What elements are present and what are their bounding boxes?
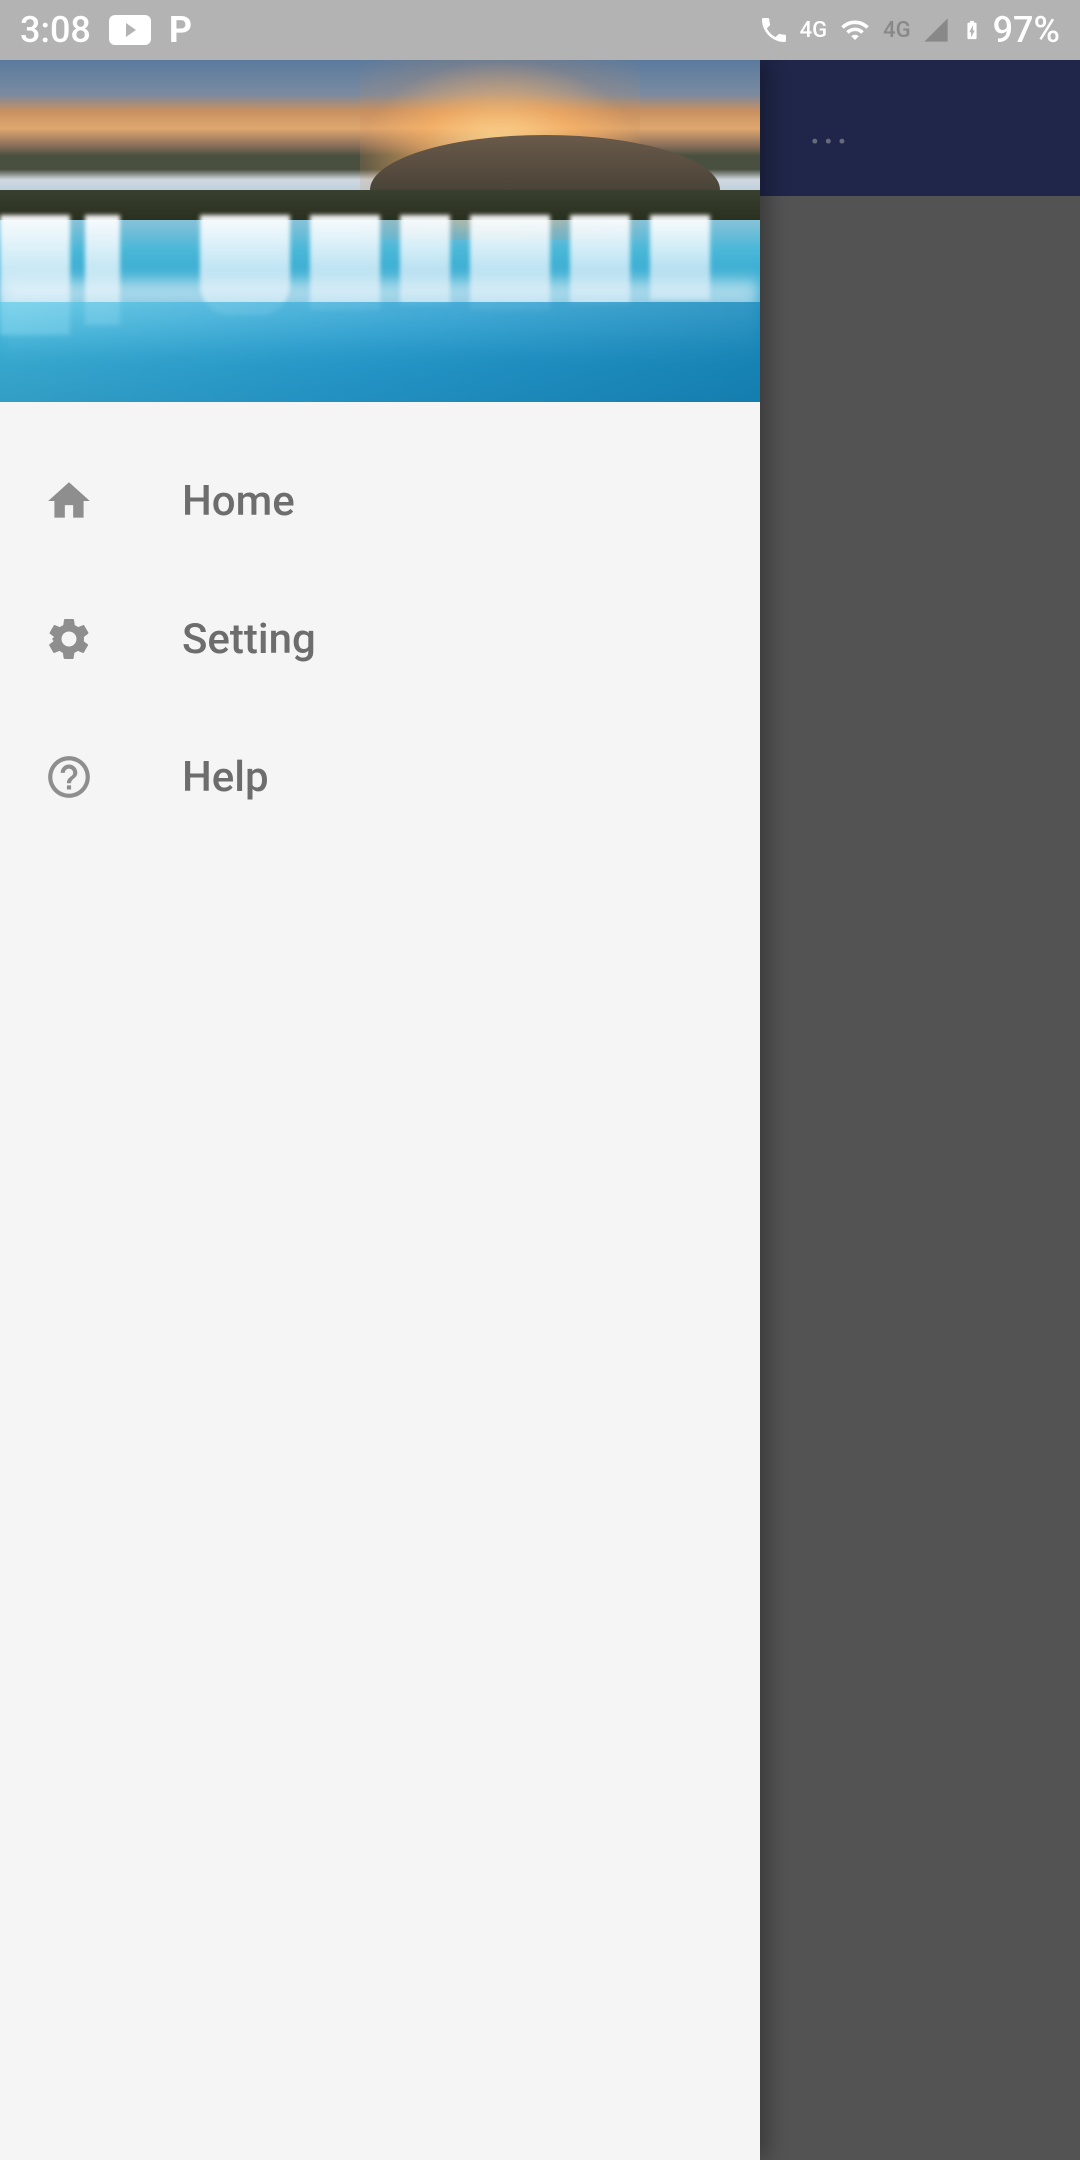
phone-icon [758, 14, 790, 46]
help-icon [44, 752, 94, 802]
app-p-icon: P [169, 9, 192, 51]
drawer-header-image [0, 60, 760, 402]
status-right-group: 4G 4G 97% [758, 9, 1060, 51]
status-time: 3:08 [20, 9, 91, 51]
settings-icon [44, 614, 94, 664]
wifi-icon [837, 15, 873, 45]
signal-icon [921, 16, 951, 44]
menu-label-help: Help [182, 753, 269, 802]
youtube-icon [109, 15, 151, 45]
menu-item-help[interactable]: Help [0, 708, 760, 846]
menu-item-setting[interactable]: Setting [0, 570, 760, 708]
menu-item-home[interactable]: Home [0, 432, 760, 570]
battery-percent: 97% [993, 9, 1060, 51]
menu-label-home: Home [182, 477, 295, 526]
drawer-menu: Home Setting Help [0, 402, 760, 846]
battery-charging-icon [961, 12, 983, 48]
network-4g-label-1: 4G [800, 18, 828, 43]
home-icon [44, 476, 94, 526]
status-bar: 3:08 P 4G 4G 97% [0, 0, 1080, 60]
menu-label-setting: Setting [182, 615, 316, 664]
status-left-group: 3:08 P [20, 9, 192, 51]
network-4g-label-2: 4G [883, 18, 911, 43]
navigation-drawer: Home Setting Help [0, 60, 760, 2160]
